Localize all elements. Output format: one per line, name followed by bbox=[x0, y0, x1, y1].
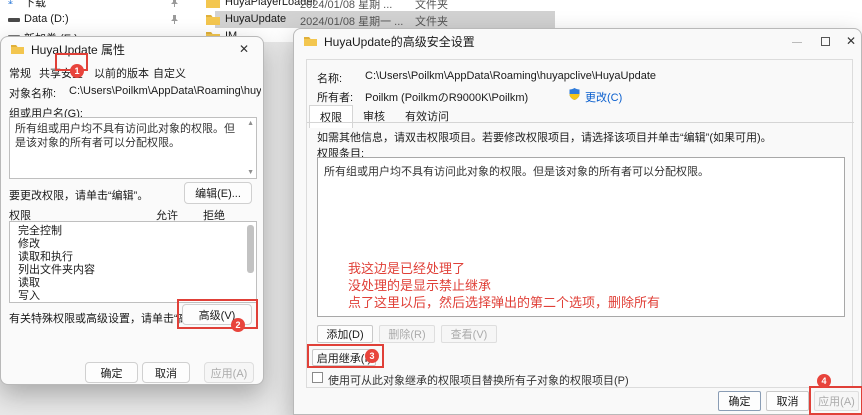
group-user-text: 所有组或用户均不具有访问此对象的权限。但是该对象的所有者可以分配权限。 bbox=[10, 118, 256, 150]
advanced-tabbar: 权限 审核 有效访问 bbox=[309, 104, 459, 127]
advanced-content-group: 名称: C:\Users\Poilkm\AppData\Roaming\huya… bbox=[306, 59, 853, 388]
object-name-label: 对象名称: bbox=[9, 85, 56, 101]
sidebar-item-downloads[interactable]: 下载 bbox=[24, 0, 144, 10]
close-icon[interactable]: ✕ bbox=[239, 42, 249, 56]
scroll-up-icon[interactable]: ▲ bbox=[247, 120, 254, 127]
annotation-step-1: 1 bbox=[70, 64, 84, 78]
scrollbar-thumb[interactable] bbox=[247, 225, 254, 273]
permissions-listbox[interactable]: 完全控制 修改 读取和执行 列出文件夹内容 读取 写入 bbox=[9, 221, 257, 303]
file-row-date: 2024/01/08 星期 ... bbox=[300, 0, 410, 12]
owner-label: 所有者: bbox=[317, 89, 353, 105]
group-user-listbox[interactable]: 所有组或用户均不具有访问此对象的权限。但是该对象的所有者可以分配权限。 ▲ ▼ bbox=[9, 117, 257, 179]
properties-titlebar: HuyaUpdate 属性 bbox=[1, 37, 263, 61]
permissions-info-text: 如需其他信息，请双击权限项目。若要修改权限项目，请选择该项目并单击“编辑”(如果… bbox=[317, 129, 847, 145]
permission-item[interactable]: 修改 bbox=[10, 238, 256, 251]
permission-item[interactable]: 完全控制 bbox=[10, 222, 256, 238]
tab-customize[interactable]: 自定义 bbox=[153, 65, 186, 81]
dialog-title: HuyaUpdate的高级安全设置 bbox=[324, 33, 475, 50]
add-button[interactable]: 添加(D) bbox=[317, 325, 373, 343]
apply-button[interactable]: 应用(A) bbox=[204, 362, 254, 383]
object-name-value: C:\Users\Poilkm\AppData\Roaming\huyapcli… bbox=[69, 85, 261, 97]
advanced-security-dialog: HuyaUpdate的高级安全设置 ✕ 名称: C:\Users\Poilkm\… bbox=[293, 28, 862, 415]
cancel-button[interactable]: 取消 bbox=[142, 362, 190, 383]
replace-permissions-checkbox[interactable] bbox=[312, 372, 323, 383]
close-icon[interactable]: ✕ bbox=[846, 34, 856, 48]
annotation-step-3: 3 bbox=[365, 349, 379, 363]
annotation-note-line: 没处理的是显示禁止继承 bbox=[348, 277, 660, 294]
tab-permissions[interactable]: 权限 bbox=[309, 105, 353, 128]
name-label: 名称: bbox=[317, 70, 342, 86]
annotation-box-apply bbox=[809, 386, 862, 415]
folder-icon bbox=[206, 14, 220, 25]
ok-button[interactable]: 确定 bbox=[718, 391, 761, 411]
folder-icon bbox=[11, 44, 24, 54]
advanced-titlebar: HuyaUpdate的高级安全设置 bbox=[294, 29, 861, 53]
name-value: C:\Users\Poilkm\AppData\Roaming\huyapcli… bbox=[365, 70, 835, 82]
tab-auditing[interactable]: 审核 bbox=[353, 105, 395, 127]
annotation-step-4: 4 bbox=[817, 374, 831, 388]
permission-entries-list[interactable]: 所有组或用户均不具有访问此对象的权限。但是该对象的所有者可以分配权限。 我这边是… bbox=[317, 157, 845, 317]
permission-item[interactable]: 读取 bbox=[10, 277, 256, 290]
edit-hint: 要更改权限，请单击“编辑”。 bbox=[9, 187, 148, 203]
annotation-note-line: 点了这里以后，然后选择弹出的第二个选项，删除所有 bbox=[348, 294, 660, 311]
annotation-note: 我这边是已经处理了 没处理的是显示禁止继承 点了这里以后，然后选择弹出的第二个选… bbox=[348, 260, 660, 311]
change-owner-link[interactable]: 更改(C) bbox=[585, 89, 622, 105]
annotation-step-2: 2 bbox=[231, 318, 245, 332]
pin-icon bbox=[170, 15, 179, 24]
tab-previous-versions[interactable]: 以前的版本 bbox=[94, 65, 149, 81]
annotation-note-line: 我这边是已经处理了 bbox=[348, 260, 660, 277]
tab-effective-access[interactable]: 有效访问 bbox=[395, 105, 459, 127]
properties-dialog: HuyaUpdate 属性 ✕ 常规 共享 安全 以前的版本 自定义 1 对象名… bbox=[0, 36, 264, 385]
annotation-box-advanced bbox=[177, 299, 258, 329]
owner-value: Poilkm (PoilkmのR9000K\Poilkm) bbox=[365, 89, 595, 105]
remove-button[interactable]: 删除(R) bbox=[379, 325, 435, 343]
ok-button[interactable]: 确定 bbox=[85, 362, 138, 383]
tab-divider bbox=[307, 122, 854, 123]
replace-permissions-label: 使用可从此对象继承的权限项目替换所有子对象的权限项目(P) bbox=[328, 372, 828, 388]
folder-icon bbox=[304, 36, 317, 46]
uac-shield-icon bbox=[569, 88, 580, 100]
view-button[interactable]: 查看(V) bbox=[441, 325, 497, 343]
file-row-date: 2024/01/08 星期一 ... bbox=[300, 13, 410, 29]
minimize-icon[interactable] bbox=[792, 42, 802, 43]
scroll-down-icon[interactable]: ▼ bbox=[247, 169, 254, 176]
cancel-button[interactable]: 取消 bbox=[766, 391, 809, 411]
pin-icon bbox=[170, 0, 179, 7]
file-row-type: 文件夹 bbox=[415, 0, 475, 12]
maximize-icon[interactable] bbox=[821, 37, 830, 46]
sidebar-item-data-drive[interactable]: Data (D:) bbox=[24, 13, 144, 25]
permission-item[interactable]: 列出文件夹内容 bbox=[10, 264, 256, 277]
downloads-icon: ⤓ bbox=[8, 0, 13, 8]
permission-item[interactable]: 读取和执行 bbox=[10, 251, 256, 264]
edit-button[interactable]: 编辑(E)... bbox=[184, 182, 252, 204]
drive-icon bbox=[8, 17, 20, 23]
entries-empty-text: 所有组或用户均不具有访问此对象的权限。但是该对象的所有者可以分配权限。 bbox=[318, 158, 844, 179]
file-row-type: 文件夹 bbox=[415, 13, 475, 29]
folder-icon bbox=[206, 0, 220, 8]
tab-general[interactable]: 常规 bbox=[9, 65, 31, 81]
